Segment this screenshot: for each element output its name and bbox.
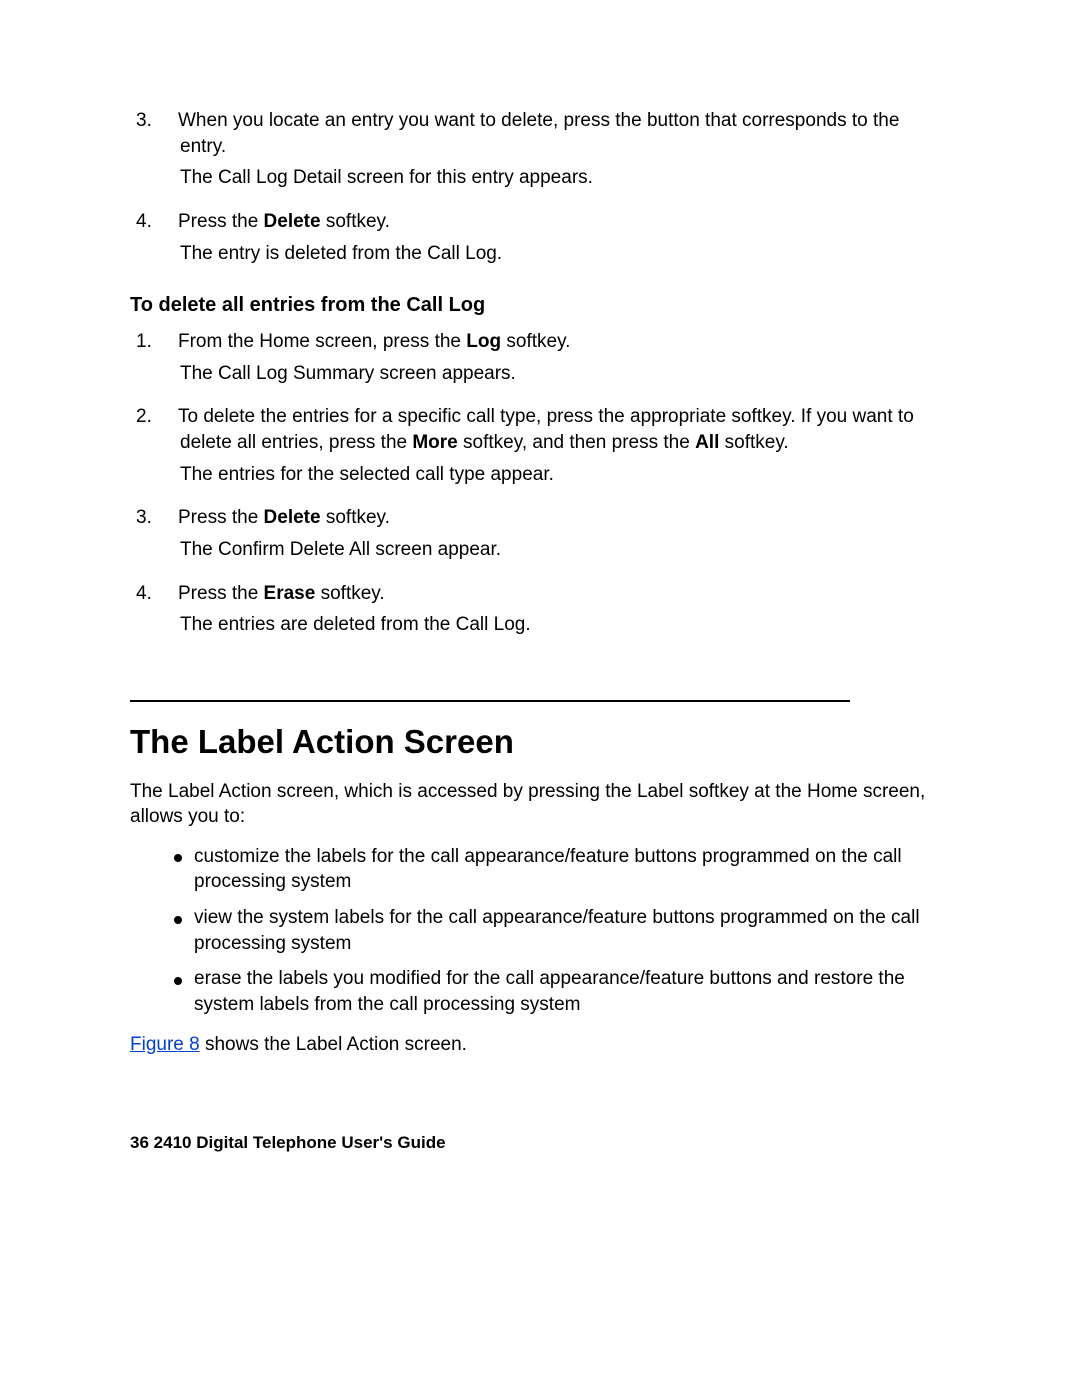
list-item: erase the labels you modified for the ca…: [174, 966, 950, 1017]
step-number: 3.: [158, 505, 178, 531]
document-page: 3.When you locate an entry you want to d…: [0, 0, 1080, 1397]
delete-all-steps: 1.From the Home screen, press the Log so…: [158, 329, 950, 638]
bullet-text: view the system labels for the call appe…: [194, 907, 920, 954]
footer-title: 2410 Digital Telephone User's Guide: [154, 1133, 446, 1152]
step-text-mid: softkey, and then press the: [458, 432, 695, 453]
del-step-1: 1.From the Home screen, press the Log so…: [158, 329, 950, 355]
page-footer: 36 2410 Digital Telephone User's Guide: [130, 1132, 446, 1155]
step-text-pre: Press the: [178, 211, 264, 232]
step-text-pre: Press the: [178, 507, 264, 528]
list-item: view the system labels for the call appe…: [174, 905, 950, 956]
del-step-4: 4.Press the Erase softkey.: [158, 581, 950, 607]
step-number: 1.: [158, 329, 178, 355]
step-3-result: The Call Log Detail screen for this entr…: [180, 165, 950, 191]
step-text-post: softkey.: [321, 211, 390, 232]
step-text-post: softkey.: [315, 583, 384, 604]
step-text-bold: Delete: [264, 507, 321, 528]
step-text-bold-2: All: [695, 432, 719, 453]
del-step-1-result: The Call Log Summary screen appears.: [180, 361, 950, 387]
feature-bullets: customize the labels for the call appear…: [174, 844, 950, 1018]
step-text-bold: Delete: [264, 211, 321, 232]
del-step-3: 3.Press the Delete softkey.: [158, 505, 950, 531]
step-text-post: softkey.: [719, 432, 788, 453]
step-4-result: The entry is deleted from the Call Log.: [180, 241, 950, 267]
step-number: 3.: [158, 108, 178, 134]
step-text-post: softkey.: [501, 331, 570, 352]
step-number: 2.: [158, 404, 178, 430]
del-step-3-result: The Confirm Delete All screen appear.: [180, 537, 950, 563]
step-text: When you locate an entry you want to del…: [178, 110, 899, 157]
page-number: 36: [130, 1133, 149, 1152]
section-divider: [130, 700, 850, 702]
del-step-4-result: The entries are deleted from the Call Lo…: [180, 612, 950, 638]
del-step-2: 2.To delete the entries for a specific c…: [158, 404, 950, 455]
del-step-2-result: The entries for the selected call type a…: [180, 462, 950, 488]
section-intro: The Label Action screen, which is access…: [130, 779, 950, 830]
step-4: 4.Press the Delete softkey.: [158, 209, 950, 235]
step-text-bold-1: More: [412, 432, 457, 453]
step-text-bold: Erase: [264, 583, 316, 604]
step-text-pre: From the Home screen, press the: [178, 331, 466, 352]
figure-ref-tail: shows the Label Action screen.: [200, 1034, 467, 1055]
step-text-pre: Press the: [178, 583, 264, 604]
section-title: The Label Action Screen: [130, 720, 950, 765]
step-3: 3.When you locate an entry you want to d…: [158, 108, 950, 159]
list-item: customize the labels for the call appear…: [174, 844, 950, 895]
figure-reference: Figure 8 shows the Label Action screen.: [130, 1032, 950, 1058]
step-number: 4.: [158, 581, 178, 607]
bullet-text: customize the labels for the call appear…: [194, 846, 902, 893]
step-text-post: softkey.: [321, 507, 390, 528]
bullet-text: erase the labels you modified for the ca…: [194, 968, 905, 1015]
continued-steps: 3.When you locate an entry you want to d…: [158, 108, 950, 266]
subsection-heading: To delete all entries from the Call Log: [130, 292, 950, 319]
step-number: 4.: [158, 209, 178, 235]
step-text-bold: Log: [466, 331, 501, 352]
figure-8-link[interactable]: Figure 8: [130, 1034, 200, 1055]
